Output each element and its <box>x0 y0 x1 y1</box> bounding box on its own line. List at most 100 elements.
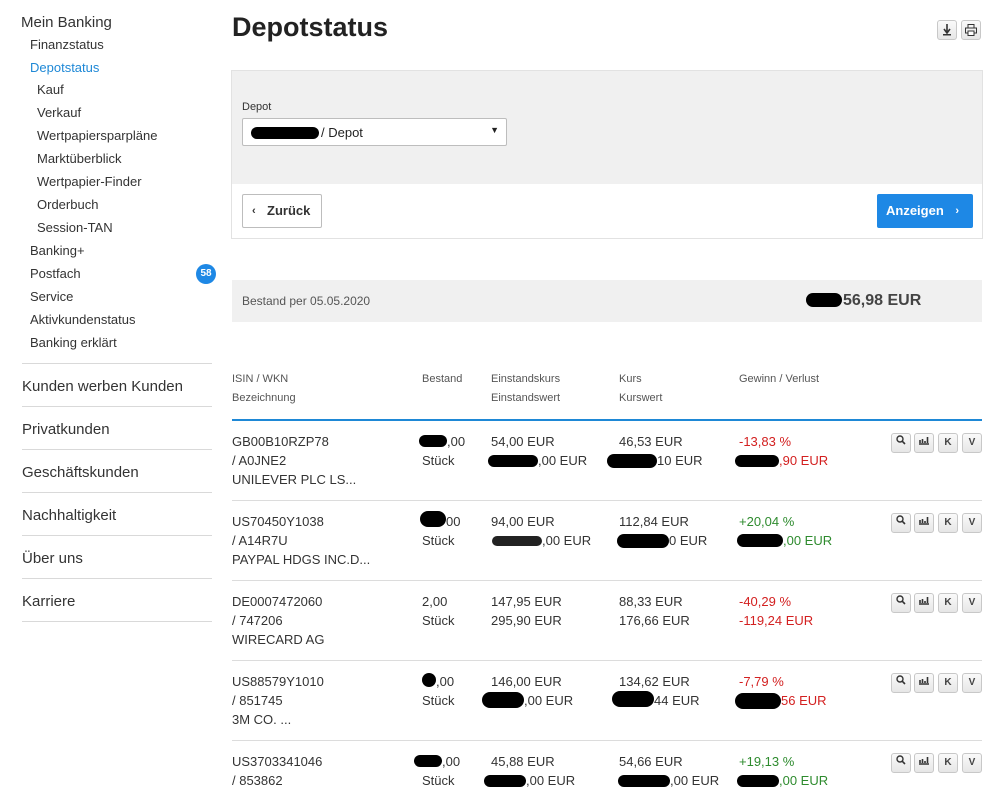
unit: Stück <box>422 613 455 628</box>
buy-button[interactable]: K <box>938 673 958 693</box>
sidebar-item-kauf[interactable]: Kauf <box>37 82 64 97</box>
details-search-icon[interactable] <box>891 753 911 773</box>
chart-icon[interactable] <box>914 753 934 773</box>
sidebar-item-wertpapiersparplaene[interactable]: Wertpapiersparpläne <box>37 128 157 143</box>
sidebar-item-depotstatus[interactable]: Depotstatus <box>30 60 99 75</box>
sidebar-item-aktivkundenstatus[interactable]: Aktivkundenstatus <box>30 312 136 327</box>
table-row[interactable]: US88579Y1010 / 851745 3M CO. ... ,00 Stü… <box>232 661 982 741</box>
col-header-kurswert: Kurswert <box>619 392 663 404</box>
details-search-icon[interactable] <box>891 513 911 533</box>
purchase-value: ,00 EUR <box>538 453 588 468</box>
sell-button[interactable]: V <box>962 673 982 693</box>
isin: DE0007472060 <box>232 594 323 609</box>
redaction <box>612 691 654 707</box>
sidebar-section-ueber-uns[interactable]: Über uns <box>22 550 83 567</box>
buy-button[interactable]: K <box>938 753 958 773</box>
details-search-icon[interactable] <box>891 673 911 693</box>
table-row[interactable]: US70450Y1038 / A14R7U PAYPAL HDGS INC.D.… <box>232 501 982 581</box>
buy-button[interactable]: K <box>938 593 958 613</box>
quantity: ,00 <box>436 674 455 689</box>
table-row[interactable]: DE0007472060 / 747206 WIRECARD AG 2,00 S… <box>232 581 982 661</box>
quantity: 00 <box>446 514 461 529</box>
isin: GB00B10RZP78 <box>232 434 329 449</box>
table-row[interactable]: US3703341046 / 853862 ,00 Stück 45,88 EU… <box>232 741 982 787</box>
page-title: Depotstatus <box>232 12 389 42</box>
sidebar-item-session-tan[interactable]: Session-TAN <box>37 220 113 235</box>
col-header-gewinn: Gewinn / Verlust <box>739 373 820 385</box>
print-icon[interactable] <box>961 20 981 40</box>
col-header-isin: ISIN / WKN <box>232 373 289 385</box>
price: 54,66 EUR <box>619 754 683 769</box>
price: 134,62 EUR <box>619 674 690 689</box>
sidebar-item-orderbuch[interactable]: Orderbuch <box>37 197 98 212</box>
chart-icon[interactable] <box>914 433 934 453</box>
sidebar-item-banking-erklaert[interactable]: Banking erklärt <box>30 335 117 350</box>
sidebar-item-banking-plus[interactable]: Banking+ <box>30 243 85 258</box>
purchase-price: 94,00 EUR <box>491 514 555 529</box>
back-button[interactable]: ‹ Zurück <box>242 194 322 228</box>
isin: US88579Y1010 <box>232 674 324 689</box>
unit: Stück <box>422 693 455 708</box>
sidebar-divider <box>22 535 212 536</box>
purchase-price: 54,00 EUR <box>491 434 555 449</box>
depot-label: Depot <box>242 101 272 113</box>
sidebar-item-verkauf[interactable]: Verkauf <box>37 105 81 120</box>
redaction <box>488 455 538 467</box>
price: 88,33 EUR <box>619 594 683 609</box>
isin: US70450Y1038 <box>232 514 324 529</box>
redaction <box>419 435 447 447</box>
buy-button[interactable]: K <box>938 513 958 533</box>
chart-icon[interactable] <box>914 593 934 613</box>
col-header-kurs: Kurs <box>619 373 642 385</box>
sidebar-section-geschaeftskunden[interactable]: Geschäftskunden <box>22 464 139 481</box>
sidebar-divider <box>22 621 212 622</box>
gain-loss-percent: +20,04 % <box>739 514 795 529</box>
col-header-bestand: Bestand <box>422 373 463 385</box>
sell-button[interactable]: V <box>962 593 982 613</box>
sidebar-item-wertpapier-finder[interactable]: Wertpapier-Finder <box>37 174 142 189</box>
redaction <box>607 454 657 468</box>
redaction <box>251 127 319 139</box>
buy-button[interactable]: K <box>938 433 958 453</box>
redaction <box>482 692 524 708</box>
unit: Stück <box>422 453 455 468</box>
redaction <box>492 536 542 546</box>
download-icon[interactable] <box>937 20 957 40</box>
redaction <box>737 775 779 787</box>
sidebar-section-karriere[interactable]: Karriere <box>22 593 75 610</box>
depot-select[interactable]: / Depot ▼ <box>242 118 507 146</box>
sell-button[interactable]: V <box>962 433 982 453</box>
chart-icon[interactable] <box>914 673 934 693</box>
redaction <box>422 673 436 687</box>
sell-button[interactable]: V <box>962 753 982 773</box>
security-name: 3M CO. ... <box>232 712 292 727</box>
table-row[interactable]: GB00B10RZP78 / A0JNE2 UNILEVER PLC LS...… <box>232 421 982 501</box>
chevron-right-icon: › <box>955 205 959 217</box>
security-name: UNILEVER PLC LS... <box>232 472 357 487</box>
sidebar-divider <box>22 406 212 407</box>
sidebar-item-marktueberblick[interactable]: Marktüberblick <box>37 151 122 166</box>
security-name: WIRECARD AG <box>232 632 325 647</box>
sidebar-section-kunden-werben[interactable]: Kunden werben Kunden <box>22 378 183 395</box>
col-header-einstandskurs: Einstandskurs <box>491 373 561 385</box>
redaction <box>737 534 783 547</box>
show-button[interactable]: Anzeigen › <box>877 194 973 228</box>
market-value: 10 EUR <box>657 453 703 468</box>
sidebar-section-privatkunden[interactable]: Privatkunden <box>22 421 110 438</box>
purchase-value: 295,90 EUR <box>491 613 562 628</box>
sell-button[interactable]: V <box>962 513 982 533</box>
sidebar-item-finanzstatus[interactable]: Finanzstatus <box>30 37 104 52</box>
unit: Stück <box>422 533 455 548</box>
sidebar-item-postfach[interactable]: Postfach <box>30 266 81 281</box>
gain-loss-value: ,00 EUR <box>779 773 829 787</box>
details-search-icon[interactable] <box>891 593 911 613</box>
wkn: / 851745 <box>232 693 283 708</box>
chart-icon[interactable] <box>914 513 934 533</box>
sidebar-item-service[interactable]: Service <box>30 289 73 304</box>
details-search-icon[interactable] <box>891 433 911 453</box>
quantity: ,00 <box>447 434 466 449</box>
sidebar-mein-banking[interactable]: Mein Banking <box>21 14 112 31</box>
sidebar-section-nachhaltigkeit[interactable]: Nachhaltigkeit <box>22 507 116 524</box>
balance-label: Bestand per 05.05.2020 <box>242 294 371 308</box>
chevron-left-icon: ‹ <box>252 205 256 217</box>
